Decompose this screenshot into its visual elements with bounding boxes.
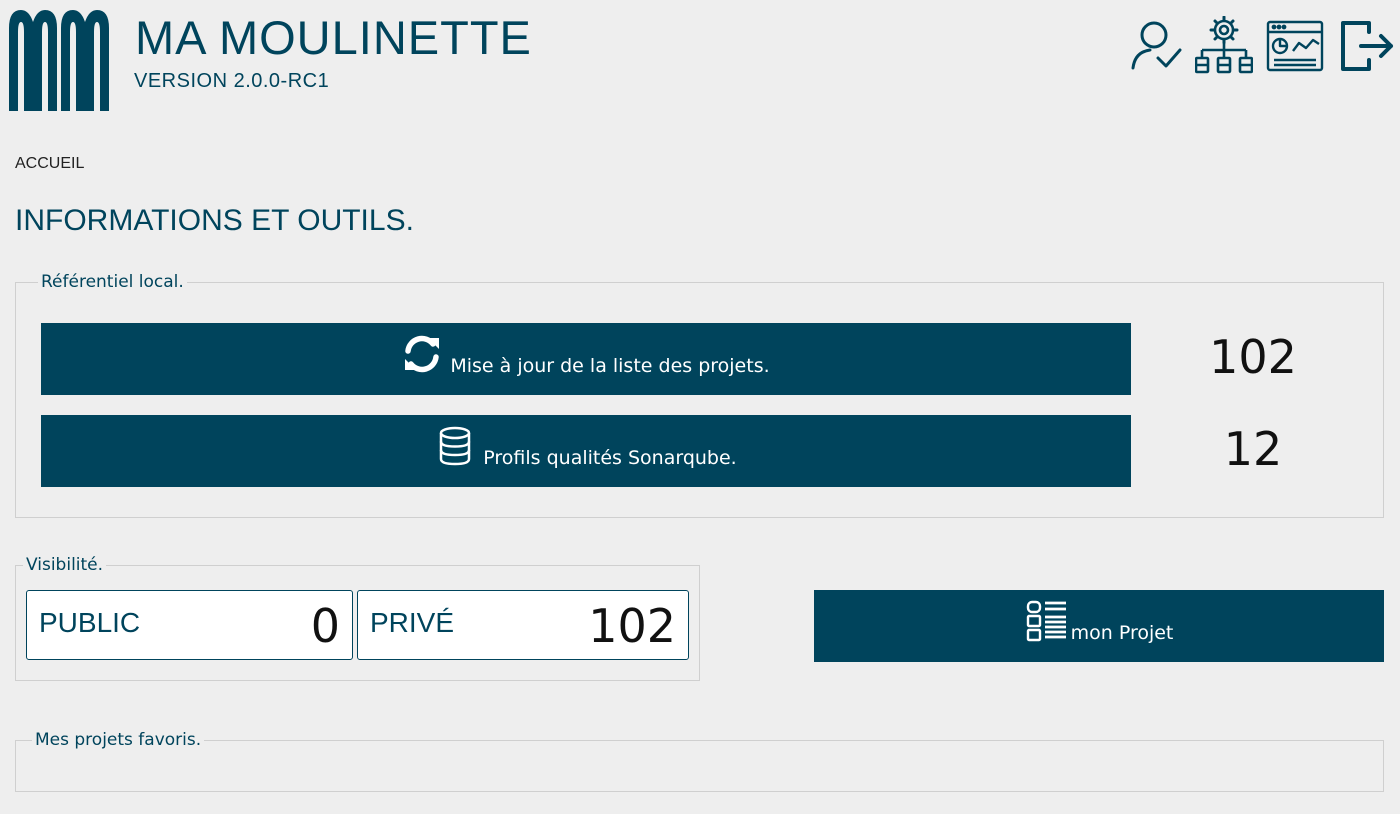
- quality-profiles-label: Profils qualités Sonarqube.: [483, 447, 737, 469]
- quality-profiles-button[interactable]: Profils qualités Sonarqube.: [41, 415, 1131, 487]
- page-title: INFORMATIONS ET OUTILS.: [15, 204, 414, 237]
- logo-icon: [9, 10, 109, 111]
- private-label: PRIVÉ: [370, 607, 455, 638]
- visibility-legend: Visibilité.: [26, 555, 104, 575]
- private-projects-card: PRIVÉ 102: [357, 590, 689, 660]
- public-label: PUBLIC: [39, 607, 141, 638]
- profiles-count: 12: [1223, 422, 1283, 476]
- project-list-icon: [1026, 600, 1066, 642]
- user-check-icon[interactable]: [1128, 16, 1186, 76]
- my-project-button[interactable]: mon Projet: [814, 590, 1384, 662]
- organization-settings-icon[interactable]: [1195, 16, 1253, 76]
- app-title: MA MOULINETTE: [135, 11, 532, 64]
- logout-icon[interactable]: [1339, 16, 1397, 76]
- public-projects-card: PUBLIC 0: [26, 590, 353, 660]
- project-count: 102: [1209, 330, 1297, 384]
- database-icon: [440, 426, 471, 466]
- public-count: 0: [310, 599, 340, 653]
- update-projects-button[interactable]: Mise à jour de la liste des projets.: [41, 323, 1131, 395]
- private-count: 102: [588, 599, 676, 653]
- favorite-projects-panel: Mes projets favoris.: [15, 730, 1384, 792]
- my-project-label: mon Projet: [1070, 622, 1174, 644]
- favorite-projects-legend: Mes projets favoris.: [35, 730, 202, 750]
- breadcrumb[interactable]: ACCUEIL: [15, 155, 84, 173]
- local-repository-legend: Référentiel local.: [41, 272, 184, 292]
- update-projects-label: Mise à jour de la liste des projets.: [450, 355, 770, 377]
- dashboard-icon[interactable]: [1266, 16, 1324, 76]
- sync-icon: [405, 335, 440, 373]
- app-version: VERSION 2.0.0-RC1: [134, 70, 330, 92]
